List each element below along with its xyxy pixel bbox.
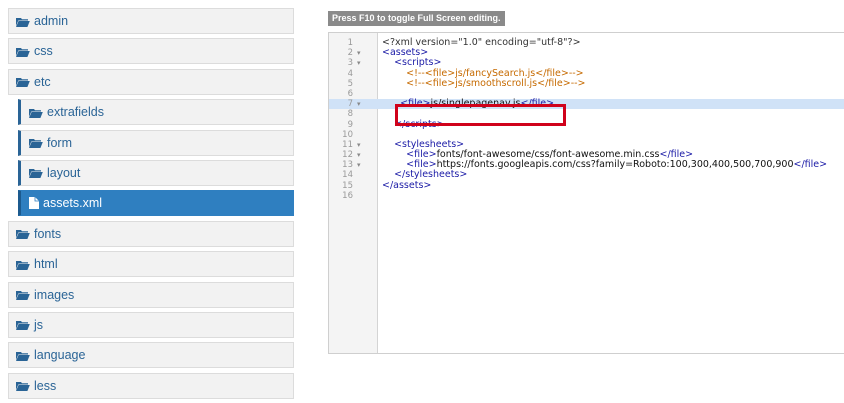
tree-item-label: layout <box>47 165 81 180</box>
fold-arrow-icon[interactable]: ▾ <box>357 150 367 160</box>
tree-item-assets-xml[interactable]: assets.xml <box>18 190 294 217</box>
line-number: 16 <box>342 190 353 201</box>
tree-item-html[interactable]: html <box>8 251 294 278</box>
folder-open-icon <box>29 138 43 149</box>
folder-open-icon <box>29 168 43 179</box>
line-number: 9 <box>347 119 353 130</box>
tree-item-layout[interactable]: layout <box>18 159 294 186</box>
file-icon <box>29 197 39 210</box>
folder-open-icon <box>16 351 30 361</box>
line-number: 11 <box>342 139 353 150</box>
line-number: 8 <box>347 109 353 120</box>
tree-item-etc[interactable]: etc <box>8 68 294 95</box>
fold-arrow-icon[interactable]: ▾ <box>357 58 367 68</box>
fold-arrow-icon[interactable]: ▾ <box>357 99 367 109</box>
folder-open-icon <box>16 381 30 392</box>
folder-open-icon <box>16 290 30 301</box>
fold-arrow-icon[interactable]: ▾ <box>357 160 367 170</box>
folder-open-icon <box>16 260 30 270</box>
line-number: 7 <box>347 99 353 110</box>
folder-open-icon <box>29 108 43 118</box>
tree-item-label: form <box>47 135 72 150</box>
line-number: 3 <box>347 58 353 69</box>
tree-item-extrafields[interactable]: extrafields <box>18 99 294 126</box>
line-number: 15 <box>342 180 353 191</box>
code-text: <!--<file>js/smoothscroll.js</file>--> <box>382 77 586 89</box>
folder-open-icon <box>16 229 30 240</box>
line-number: 5 <box>347 78 353 89</box>
tree-item-less[interactable]: less <box>8 372 294 399</box>
tree-item-css[interactable]: css <box>8 38 294 65</box>
folder-open-icon <box>16 77 30 88</box>
code-text: </assets> <box>382 179 432 191</box>
tree-item-label: images <box>34 287 75 302</box>
tree-item-language[interactable]: language <box>8 342 294 369</box>
tree-item-label: etc <box>34 74 51 89</box>
code-line[interactable]: 16 <box>329 191 844 201</box>
line-number: 2 <box>347 48 353 59</box>
file-tree: admin css etc extrafields form layout assets.x… <box>8 8 294 403</box>
tree-item-label: less <box>34 378 57 393</box>
tree-item-images[interactable]: images <box>8 281 294 308</box>
code-line[interactable]: 15 </assets> <box>329 179 844 191</box>
tree-item-label: css <box>34 44 53 59</box>
tree-item-label: html <box>34 257 58 272</box>
tree-item-label: admin <box>34 14 69 28</box>
folder-open-icon <box>16 320 30 331</box>
code-line[interactable]: 5 <!--<file>js/smoothscroll.js</file>--> <box>329 77 844 89</box>
tree-item-label: fonts <box>34 226 62 241</box>
line-number: 12 <box>342 150 353 161</box>
line-number: 4 <box>347 68 353 79</box>
fold-arrow-icon[interactable]: ▾ <box>357 140 367 150</box>
tree-item-label: language <box>34 348 86 363</box>
line-number: 6 <box>347 88 353 99</box>
line-number: 1 <box>347 38 353 48</box>
code-editor[interactable]: 1 <?xml version="1.0" encoding="utf-8"?> 2… <box>328 32 844 354</box>
tree-item-label: js <box>34 317 44 332</box>
fullscreen-hint: Press F10 to toggle Full Screen editing. <box>328 11 505 26</box>
fold-arrow-icon[interactable]: ▾ <box>357 48 367 58</box>
tree-item-fonts[interactable]: fonts <box>8 220 294 247</box>
tree-item-js[interactable]: js <box>8 311 294 338</box>
tree-item-label: assets.xml <box>43 196 103 211</box>
line-number: 13 <box>342 160 353 171</box>
tree-item-label: extrafields <box>47 105 104 120</box>
tree-item-form[interactable]: form <box>18 129 294 156</box>
line-number: 14 <box>342 170 353 181</box>
line-number: 10 <box>342 129 353 140</box>
tree-item-admin[interactable]: admin <box>8 8 294 34</box>
folder-open-icon <box>16 17 30 27</box>
highlight-box <box>395 104 566 126</box>
folder-open-icon <box>16 47 30 57</box>
